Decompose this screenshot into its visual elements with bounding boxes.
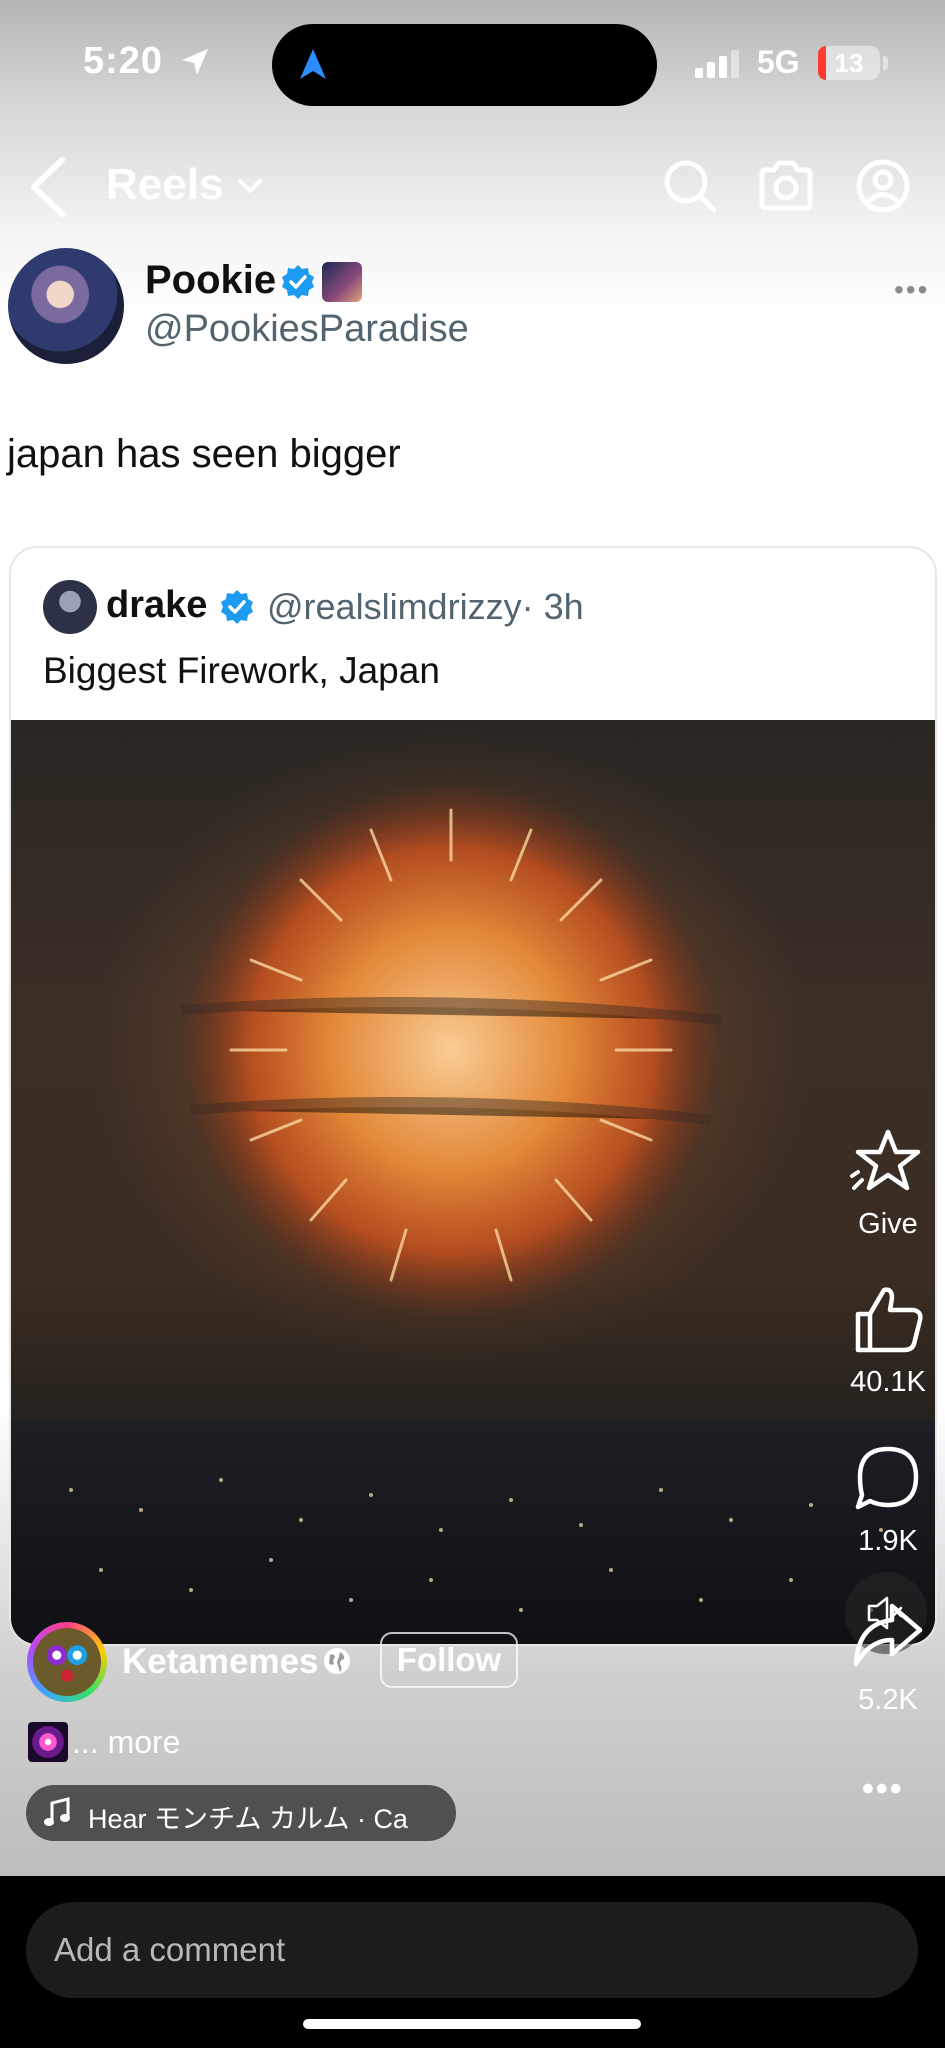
follow-button[interactable]: Follow [380,1632,518,1688]
like-count[interactable]: 40.1K [830,1366,945,1399]
search-icon[interactable] [662,158,718,214]
comment-count[interactable]: 1.9K [830,1525,945,1558]
audio-title: Hear モンチム カルム · Ca [88,1804,408,1834]
comment-input[interactable] [26,1902,918,1998]
cellular-signal-icon [695,50,739,78]
share-icon[interactable] [848,1600,928,1670]
camera-icon[interactable] [758,158,814,214]
author-handle[interactable]: @PookiesParadise [145,308,469,351]
network-type: 5G [757,44,800,80]
give-label[interactable]: Give [830,1208,945,1241]
profile-icon[interactable] [855,158,911,214]
like-icon[interactable] [848,1284,928,1354]
reels-title[interactable]: Reels [106,160,223,210]
home-indicator[interactable] [303,2019,641,2029]
quoted-author-handle: @realslimdrizzy· 3h [267,586,584,628]
verified-badge-icon [282,265,314,299]
back-icon[interactable] [26,156,70,218]
post-more-icon[interactable]: ••• [894,274,929,306]
give-star-icon[interactable] [848,1126,928,1196]
chevron-down-icon[interactable] [236,176,264,196]
quoted-post-card[interactable]: drake @realslimdrizzy· 3h Biggest Firewo… [9,546,937,1646]
firework-image [11,730,935,1644]
battery-nub [883,56,888,70]
quoted-handle-text: @realslimdrizzy [267,586,522,627]
dynamic-island [272,24,657,106]
caption-more-link[interactable]: ... more [72,1724,180,1761]
quoted-author-avatar [43,580,97,634]
post-text: japan has seen bigger [7,432,401,476]
quoted-post-time: · 3h [521,586,584,627]
navigation-arrow-icon [300,49,326,79]
author-avatar[interactable] [8,248,124,364]
comment-icon[interactable] [848,1443,928,1513]
location-arrow-icon [182,49,208,75]
firework-video[interactable] [11,720,935,1644]
globe-icon [324,1648,350,1674]
author-name[interactable]: Pookie [145,258,276,303]
reels-screen: 5:20 5G 13 Reels Pookie @PookiesParadise… [0,0,945,2048]
battery-icon: 13 [818,46,880,80]
creator-avatar-image [33,1628,101,1696]
verified-badge-icon [221,590,253,624]
creator-name[interactable]: Ketamemes [122,1642,319,1682]
audio-pill[interactable]: Hear モンチム カルム · Ca [26,1785,456,1841]
reel-more-icon[interactable]: ••• [862,1770,904,1809]
share-count[interactable]: 5.2K [830,1684,945,1717]
quoted-post-text: Biggest Firework, Japan [43,650,440,691]
affiliate-badge [322,262,362,302]
quoted-author-name: drake [106,584,208,626]
music-note-icon [44,1797,70,1826]
battery-percent: 13 [834,48,864,78]
sparkle-emoji-icon [28,1722,68,1762]
status-time: 5:20 [83,40,164,82]
